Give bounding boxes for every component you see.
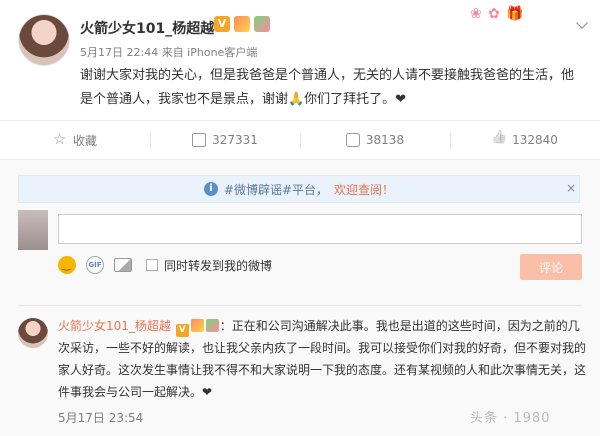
like-button[interactable]: 132840 [450,121,600,159]
share-button[interactable]: 327331 [150,121,300,159]
info-icon: i [203,182,218,196]
post-action-bar: 收藏 327331 38138 132840 [0,120,600,160]
rumor-notice: i #微博辟谣#平台， 欢迎查阅！ [18,175,580,203]
fan-badge-icon[interactable] [254,16,270,32]
my-avatar[interactable] [18,210,48,250]
forward-checkbox[interactable] [146,259,158,271]
favorite-button[interactable]: 收藏 [0,121,150,159]
watermark: 头条 · 1980 [470,411,551,426]
post-content: 谢谢大家对我的关心，但是我爸爸是个普通人，无关的人请不要接触我爸爸的生活，他是个… [80,68,575,107]
comment-button[interactable]: 38138 [300,121,450,159]
member-badge-icon[interactable] [234,16,250,32]
close-icon[interactable]: × [566,181,576,195]
reply-comment: 火箭少女101_杨超越 V ：正在和公司沟通解决此事。我也是出道的这些时间，因为之… [58,315,588,403]
divider [18,305,582,306]
reply-time: 5月17日 23:54 [58,411,144,425]
avatar[interactable] [18,14,70,66]
verified-badge-icon[interactable]: V [175,324,189,337]
comment-input[interactable] [58,214,582,244]
like-count: 132840 [512,133,558,147]
favorite-label: 收藏 [72,133,97,148]
notice-link[interactable]: 欢迎查阅！ [334,181,394,198]
reply-avatar[interactable] [18,318,48,348]
gif-icon[interactable]: GIF [86,256,104,274]
fan-badge-icon[interactable] [205,319,219,332]
image-icon[interactable] [114,258,132,272]
comment-panel: i #微博辟谣#平台， 欢迎查阅！ × GIF 同时转发到我的微博 评论 火箭少女… [0,160,600,436]
notice-text: #微博辟谣#平台， [223,182,329,197]
post-username[interactable]: 火箭少女101_杨超越 [80,18,214,38]
reply-username[interactable]: 火箭少女101_杨超越 [58,319,171,333]
star-icon [53,130,67,148]
share-icon [192,133,207,147]
chevron-down-icon[interactable] [576,17,588,29]
weibo-post: 火箭少女101_杨超越 V ❀ ✿ 🎁 5月17日 22:44 来自 iPhon… [0,0,600,120]
emoji-icon[interactable] [58,256,76,274]
comment-tools: GIF 同时转发到我的微博 [58,256,272,274]
comment-count: 38138 [365,133,405,147]
user-badges: V [214,16,270,32]
card-decoration-icon: ❀ ✿ 🎁 [470,6,525,22]
submit-comment-button[interactable]: 评论 [520,254,582,280]
share-count: 327331 [212,133,258,147]
post-meta[interactable]: 5月17日 22:44 来自 iPhone客户端 [80,44,257,60]
forward-label: 同时转发到我的微博 [164,258,273,273]
comment-icon [345,133,360,147]
member-badge-icon[interactable] [190,319,204,332]
verified-badge-icon[interactable]: V [214,16,230,32]
thumbs-up-icon [492,133,506,147]
